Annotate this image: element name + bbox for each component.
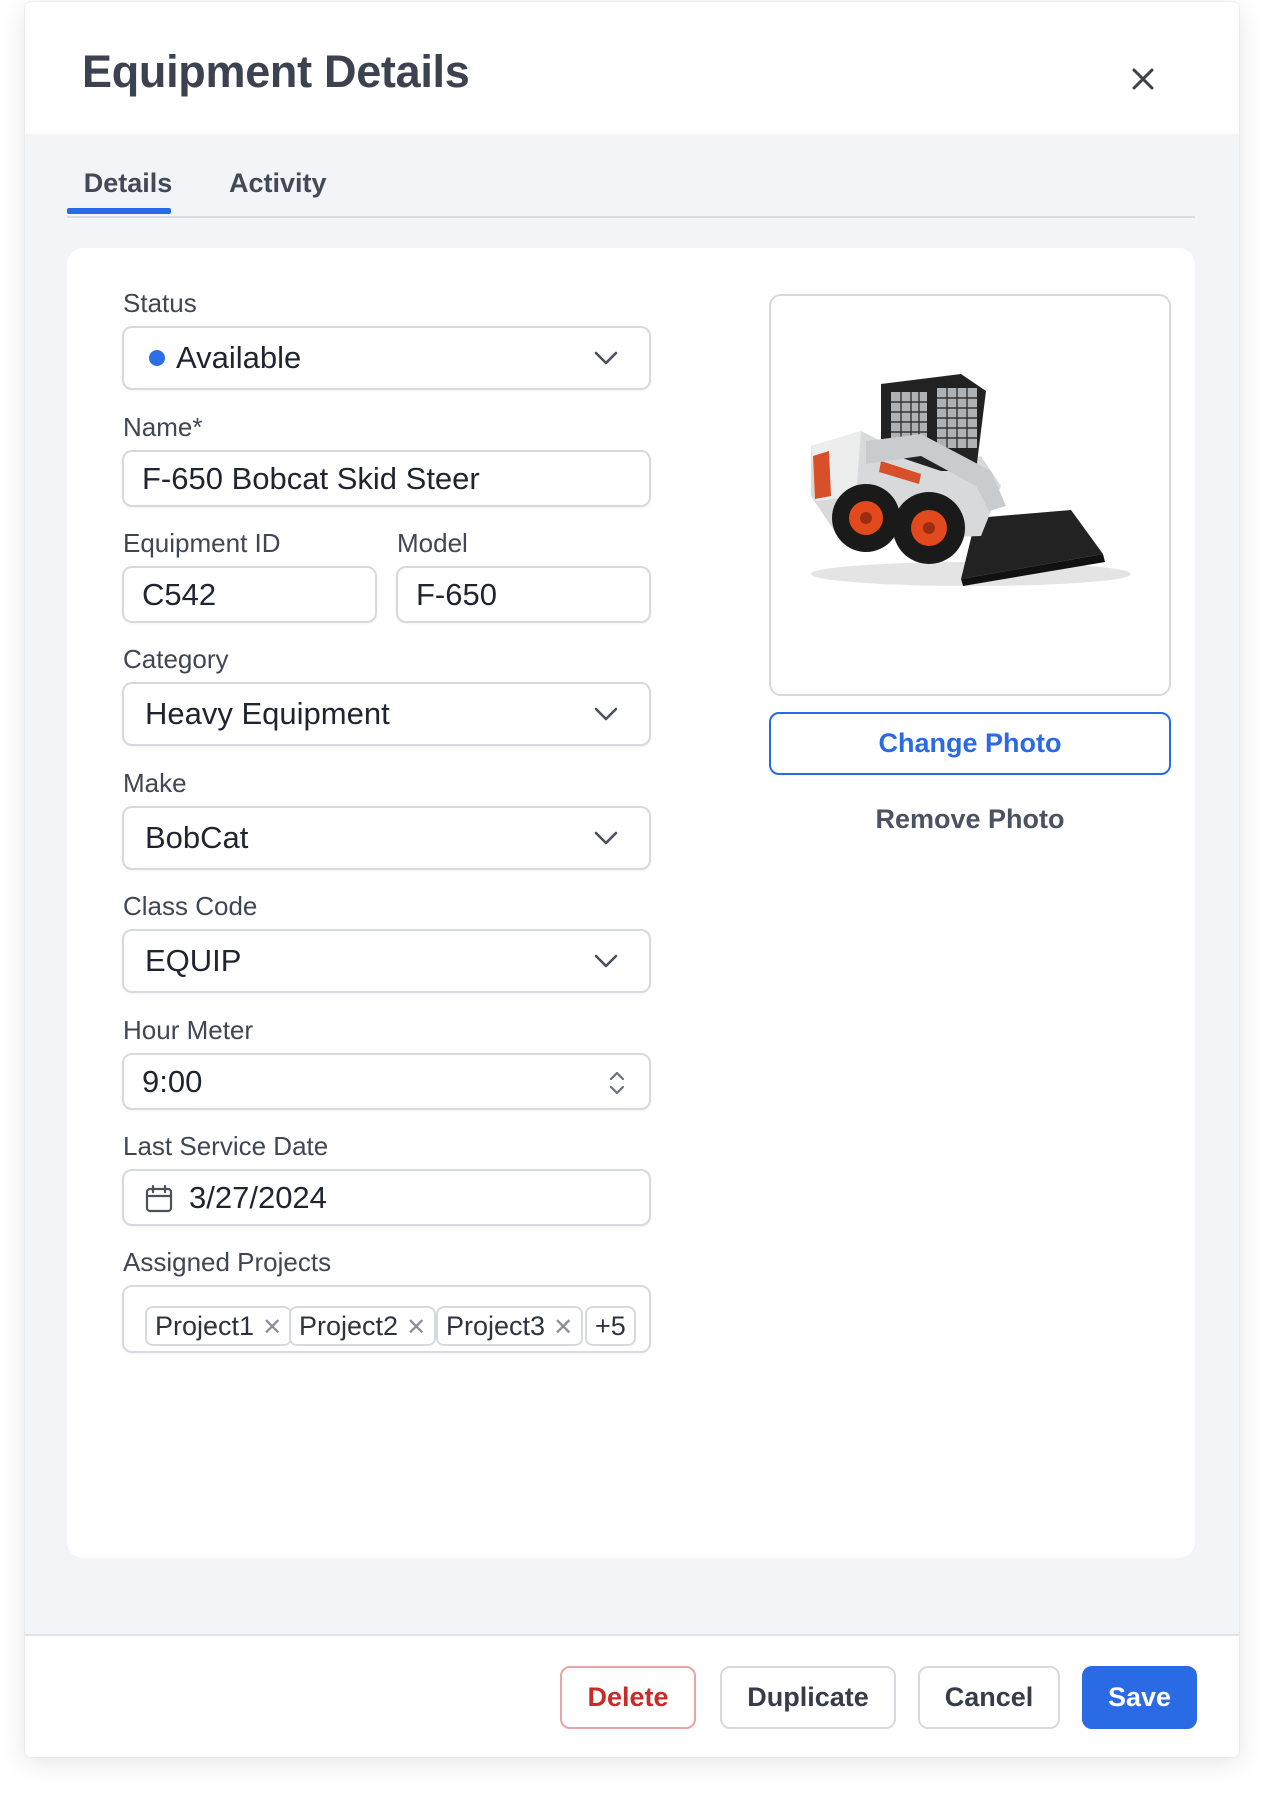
class-code-label: Class Code	[123, 891, 258, 921]
status-dot	[149, 350, 165, 366]
hour-meter-value: 9:00	[142, 1063, 203, 1099]
modal-footer: Delete Duplicate Cancel Save	[25, 1634, 1239, 1757]
last-service-date-input[interactable]: 3/27/2024	[122, 1169, 651, 1226]
chevron-down-icon	[594, 831, 618, 845]
make-label: Make	[123, 768, 187, 798]
model-label: Model	[397, 528, 468, 558]
tab-details[interactable]: Details	[75, 168, 181, 199]
name-label: Name*	[123, 412, 203, 442]
tab-bar: Details Activity	[67, 152, 1195, 218]
class-code-value: EQUIP	[145, 943, 242, 978]
remove-chip-icon[interactable]: ✕	[553, 1314, 573, 1341]
details-card: Status Available Name* F-650 Bobcat Skid…	[67, 248, 1195, 1558]
modal-title: Equipment Details	[82, 46, 470, 97]
chip-label: Project3	[446, 1311, 546, 1341]
project-chip: Project2 ✕	[289, 1306, 437, 1346]
name-value: F-650 Bobcat Skid Steer	[142, 460, 480, 496]
equipment-id-label: Equipment ID	[123, 528, 281, 558]
hour-meter-label: Hour Meter	[123, 1015, 254, 1045]
project-chip: Project1 ✕	[145, 1306, 293, 1346]
equipment-id-value: C542	[142, 576, 217, 612]
remove-photo-button[interactable]: Remove Photo	[769, 804, 1171, 835]
make-value: BobCat	[145, 820, 249, 855]
name-input[interactable]: F-650 Bobcat Skid Steer	[122, 450, 651, 507]
calendar-icon	[145, 1184, 173, 1213]
equipment-photo	[769, 294, 1171, 696]
chevron-down-icon	[594, 954, 618, 968]
active-tab-indicator	[67, 208, 171, 214]
status-label: Status	[123, 288, 197, 318]
tab-activity[interactable]: Activity	[229, 168, 327, 199]
assigned-projects-input[interactable]: Project1 ✕ Project2 ✕ Project3 ✕ +5	[122, 1285, 651, 1353]
duplicate-button[interactable]: Duplicate	[720, 1666, 896, 1729]
last-service-date-value: 3/27/2024	[189, 1179, 327, 1215]
chip-label: Project2	[299, 1311, 399, 1341]
chip-label: Project1	[155, 1311, 255, 1341]
save-button[interactable]: Save	[1082, 1666, 1197, 1729]
category-label: Category	[123, 644, 229, 674]
status-value: Available	[176, 340, 302, 375]
modal-header: Equipment Details	[25, 2, 1239, 134]
cancel-button[interactable]: Cancel	[918, 1666, 1060, 1729]
project-chip: Project3 ✕	[436, 1306, 584, 1346]
chevron-down-icon	[594, 707, 618, 721]
model-value: F-650	[416, 576, 497, 612]
remove-chip-icon[interactable]: ✕	[406, 1314, 426, 1341]
hour-meter-input[interactable]: 9:00	[122, 1053, 651, 1110]
change-photo-button[interactable]: Change Photo	[769, 712, 1171, 775]
delete-button[interactable]: Delete	[560, 1666, 696, 1729]
last-service-date-label: Last Service Date	[123, 1131, 329, 1161]
chevron-down-icon	[594, 351, 618, 365]
model-input[interactable]: F-650	[396, 566, 651, 623]
close-icon[interactable]	[1126, 62, 1160, 96]
skid-steer-image	[811, 374, 1131, 586]
make-select[interactable]: BobCat	[122, 806, 651, 870]
remove-chip-icon[interactable]: ✕	[262, 1314, 282, 1341]
assigned-projects-label: Assigned Projects	[123, 1247, 332, 1277]
status-select[interactable]: Available	[122, 326, 651, 390]
stepper-icon[interactable]	[607, 1069, 627, 1097]
class-code-select[interactable]: EQUIP	[122, 929, 651, 993]
category-select[interactable]: Heavy Equipment	[122, 682, 651, 746]
category-value: Heavy Equipment	[145, 696, 390, 731]
equipment-id-input[interactable]: C542	[122, 566, 377, 623]
more-projects-chip[interactable]: +5	[585, 1306, 636, 1346]
equipment-details-modal: Equipment Details Details Activity Statu…	[25, 2, 1239, 1757]
